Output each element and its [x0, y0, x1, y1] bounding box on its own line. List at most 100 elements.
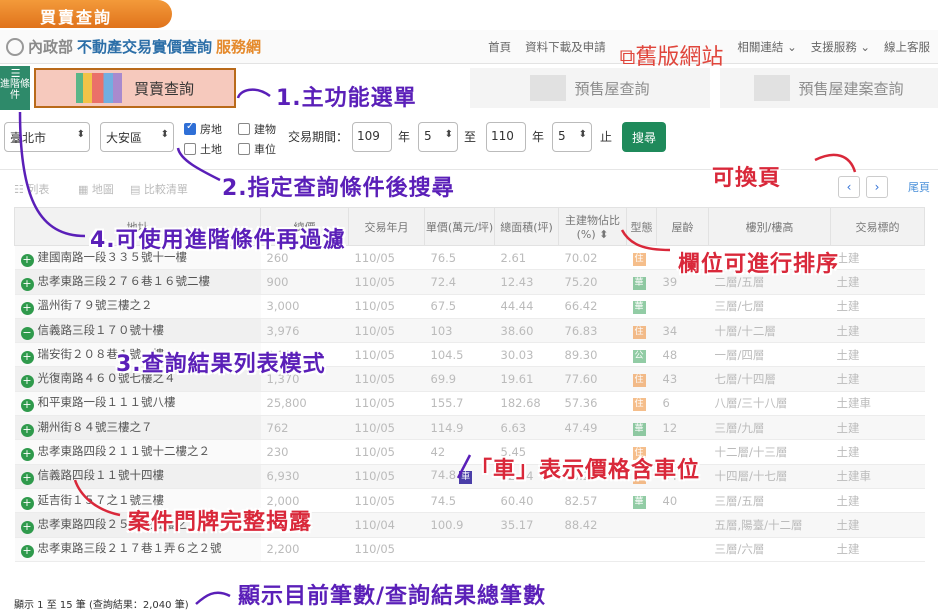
col-floor[interactable]: 樓別/樓高	[708, 207, 831, 246]
type-cell: 華	[626, 294, 657, 319]
nav-home[interactable]: 首頁	[488, 39, 511, 71]
type-cell: 華	[626, 269, 657, 295]
data-cell	[424, 537, 495, 562]
list-view-button[interactable]: ☷ 列表	[14, 181, 49, 197]
city-select[interactable]: 臺北市	[4, 122, 90, 152]
to-year-input[interactable]: 110	[486, 122, 526, 152]
type-house-land-checkbox[interactable]: 房地	[184, 121, 222, 137]
data-cell: 110/05	[348, 318, 425, 344]
expand-icon[interactable]: +	[20, 277, 34, 291]
table-row[interactable]: + 溫州街７９號三樓之２ 3,000 110/05 67.5 44.44 66.42 華 三層/…	[14, 294, 925, 319]
prev-page-button[interactable]: ‹	[838, 176, 860, 198]
building-icon	[754, 75, 791, 101]
tab-presale-query[interactable]: 預售屋查詢	[470, 68, 710, 108]
expand-icon[interactable]: +	[20, 350, 34, 364]
nav-links[interactable]: 相關連結 ⌄	[737, 39, 796, 71]
table-row[interactable]: + 潮州街８４號三樓之７ 762 110/05 114.9 6.63 47.49 華 12 三層/…	[14, 415, 925, 441]
data-cell	[656, 512, 709, 538]
target-cell: 土建車	[830, 464, 925, 489]
to-month-select[interactable]: 5	[552, 122, 592, 152]
target-cell: 土建	[830, 318, 925, 344]
col-type[interactable]: 型態	[626, 207, 657, 246]
expand-icon[interactable]: +	[20, 253, 34, 267]
data-cell: 6.63	[494, 415, 559, 441]
data-cell: 110/05	[348, 294, 425, 319]
data-cell: 82.57	[558, 488, 627, 514]
data-cell: 3,000	[260, 294, 349, 319]
type-cell: 華	[626, 488, 657, 514]
type-badge: 住	[632, 398, 646, 412]
expand-icon[interactable]: +	[20, 448, 34, 462]
data-cell	[494, 537, 559, 562]
type-land-checkbox[interactable]: 土地	[184, 141, 222, 157]
type-badge: 住	[632, 325, 646, 339]
expand-icon[interactable]: +	[20, 520, 34, 534]
address-cell: + 溫州街７９號三樓之２	[14, 294, 261, 319]
collapse-icon[interactable]: −	[20, 326, 34, 340]
data-cell: 一層/四層	[708, 342, 831, 368]
expand-icon[interactable]: +	[20, 399, 34, 413]
col-main-building-ratio[interactable]: 主建物佔比(%) ⬍	[558, 207, 627, 246]
address-cell: + 忠孝東路四段２１１號十二樓之２	[14, 439, 261, 465]
type-parking-checkbox[interactable]: 車位	[238, 141, 276, 157]
target-cell: 土建車	[830, 391, 925, 417]
site-logo[interactable]: 內政部 不動產交易實價查詢 服務網	[6, 36, 261, 57]
from-year-input[interactable]: 109	[352, 122, 392, 152]
annotation-advanced-filter: 4.可使用進階條件再過濾	[90, 228, 346, 253]
from-month-select[interactable]: 5	[418, 122, 458, 152]
expand-icon[interactable]: +	[20, 545, 34, 559]
list-icon: ☷	[14, 183, 24, 196]
data-cell: 2,200	[260, 537, 349, 562]
address-cell: + 信義路四段１１號十四樓	[14, 464, 261, 489]
expand-icon[interactable]: +	[20, 423, 34, 437]
col-age[interactable]: 屋齡	[656, 207, 709, 246]
expand-icon[interactable]: +	[20, 496, 34, 510]
col-area[interactable]: 總面積(坪)	[494, 207, 559, 246]
data-cell: 110/05	[348, 537, 425, 562]
data-cell: 110/05	[348, 342, 425, 368]
data-cell: 182.68	[494, 391, 559, 417]
nav-old-site[interactable]: ⧉舊版網站	[620, 39, 724, 71]
type-badge: 住	[632, 252, 646, 266]
search-button[interactable]: 搜尋	[622, 122, 666, 152]
table-row[interactable]: − 信義路三段１７０號十樓 3,976 110/05 103 38.60 76.83 住 34 十…	[14, 318, 925, 344]
data-cell: 48	[656, 342, 709, 368]
data-cell: 103	[424, 318, 495, 344]
data-cell: 25,800	[260, 391, 349, 417]
data-cell: 114.9	[424, 415, 495, 441]
type-building-checkbox[interactable]: 建物	[238, 121, 276, 137]
advanced-filter-button[interactable]: ☰ 進階條件	[0, 66, 30, 110]
col-date[interactable]: 交易年月	[348, 207, 425, 246]
data-cell: 110/05	[348, 245, 425, 271]
col-target[interactable]: 交易標的	[830, 207, 925, 246]
table-row[interactable]: + 忠孝東路三段２１７巷１弄６之２號 2,200 110/05 三層/六層 土建	[14, 537, 925, 562]
last-page-button[interactable]: 尾頁	[908, 179, 930, 195]
expand-icon[interactable]: +	[20, 472, 34, 486]
external-link-icon: ⧉	[619, 45, 636, 70]
tab-sale-query[interactable]: 買賣查詢	[34, 68, 236, 108]
col-unit-price[interactable]: 單價(萬元/坪)	[424, 207, 495, 246]
arrow-9	[195, 591, 231, 605]
data-cell: 43	[656, 366, 709, 392]
data-cell: 110/05	[348, 415, 425, 441]
address-cell: + 忠孝東路三段２１７巷１弄６之２號	[14, 537, 261, 562]
map-view-button[interactable]: ▦ 地圖	[78, 181, 114, 197]
nav-download[interactable]: 資料下載及申請	[525, 39, 606, 71]
nav-support[interactable]: 支援服務 ⌄	[811, 39, 870, 71]
district-select[interactable]: 大安區	[100, 122, 174, 152]
data-cell	[656, 294, 709, 319]
data-cell: 34	[656, 318, 709, 344]
data-cell: 十二層/十三層	[708, 439, 831, 465]
next-page-button[interactable]: ›	[866, 176, 888, 198]
data-cell: 35.17	[494, 512, 559, 538]
nav-online-service[interactable]: 線上客服	[884, 39, 930, 71]
data-cell: 57.36	[558, 391, 627, 417]
expand-icon[interactable]: +	[20, 375, 34, 389]
tab-presale-project-query[interactable]: 預售屋建案查詢	[720, 68, 938, 108]
table-row[interactable]: + 和平東路一段１１１號八樓 25,800 110/05 155.7 182.68 57.3…	[14, 391, 925, 417]
compare-list-button[interactable]: ▤ 比較清單	[130, 181, 188, 197]
data-cell: 900	[260, 269, 349, 295]
data-cell: 八層/三十八層	[708, 391, 831, 417]
data-cell: 110/04	[348, 512, 425, 538]
expand-icon[interactable]: +	[20, 302, 34, 316]
